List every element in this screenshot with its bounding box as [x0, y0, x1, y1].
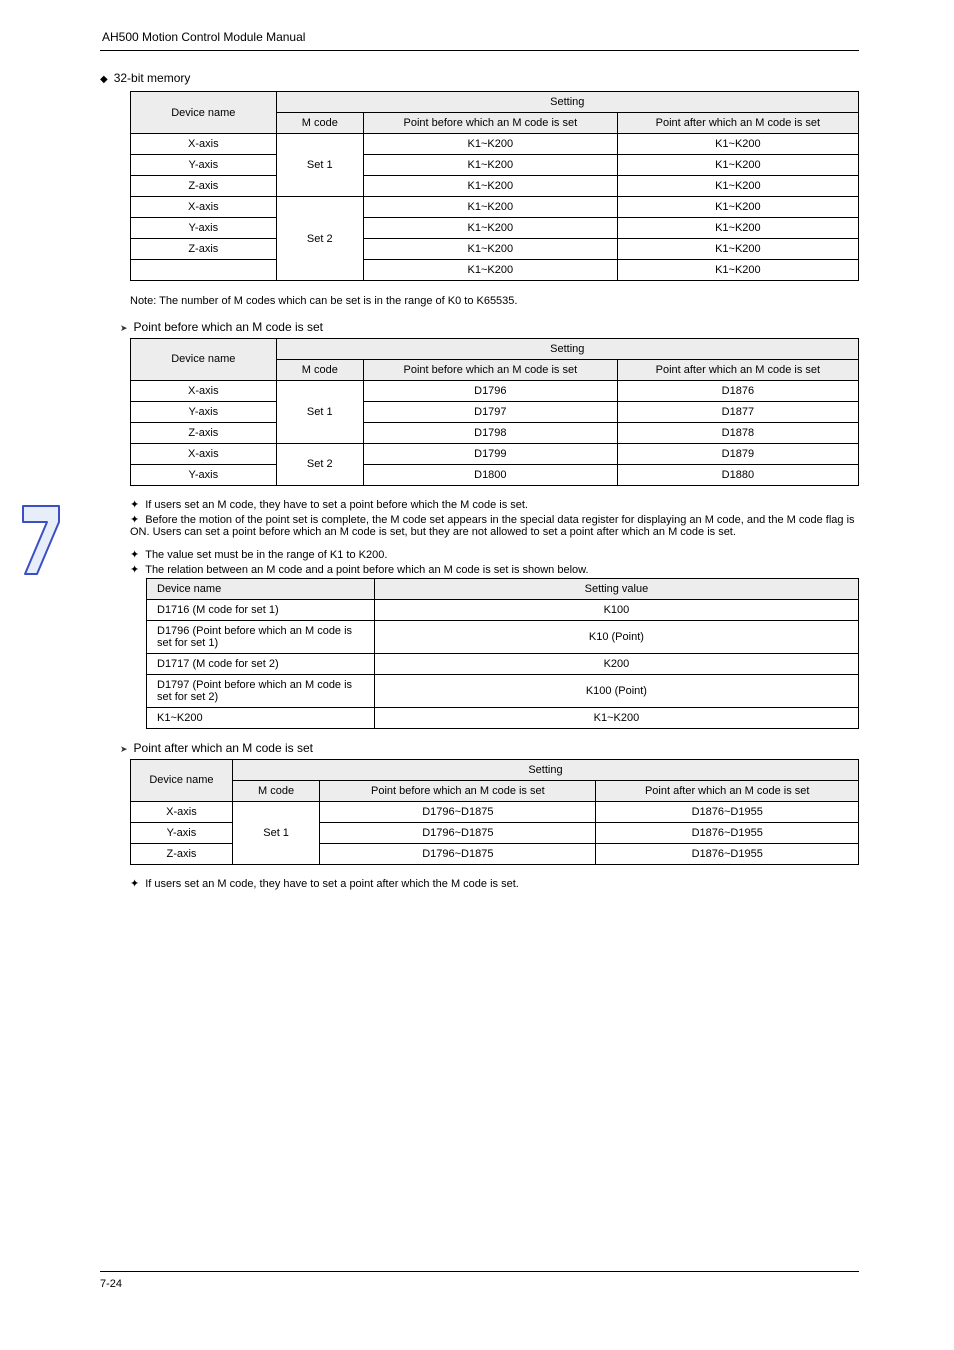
- th-mcode: M code: [232, 780, 319, 801]
- th-before: Point before which an M code is set: [320, 780, 596, 801]
- table-after-point: Device name Setting M code Point before …: [130, 759, 859, 865]
- note-item: The relation between an M code and a poi…: [130, 563, 859, 576]
- table-row: X-axis Set 1 D1796~D1875 D1876~D1955: [131, 801, 859, 822]
- table-row: Y-axis K1~K200 K1~K200: [131, 155, 859, 176]
- table-row: D1716 (M code for set 1)K100: [147, 599, 859, 620]
- th-device-name: Device name: [131, 92, 277, 134]
- page-number: 7-24: [100, 1278, 122, 1290]
- th-mcode: M code: [276, 359, 363, 380]
- th-after: Point after which an M code is set: [596, 780, 859, 801]
- note-item: The value set must be in the range of K1…: [130, 548, 859, 561]
- subsection-after: Point after which an M code is set: [120, 741, 859, 755]
- header-left: AH500 Motion Control Module Manual: [102, 30, 305, 44]
- note-item: If users set an M code, they have to set…: [130, 877, 859, 890]
- th-after: Point after which an M code is set: [617, 359, 858, 380]
- th-device-name: Device name: [147, 578, 375, 599]
- th-device-name: Device name: [131, 338, 277, 380]
- th-setting: Setting: [276, 338, 858, 359]
- th-device-name: Device name: [131, 759, 233, 801]
- subsection-before: Point before which an M code is set: [120, 320, 859, 334]
- table-row: K1~K200K1~K200: [147, 707, 859, 728]
- table-32bit-memory: Device name Setting M code Point before …: [130, 91, 859, 281]
- table-row: X-axis Set 1 K1~K200 K1~K200: [131, 134, 859, 155]
- table-row: D1797 (Point before which an M code is s…: [147, 674, 859, 707]
- th-mcode: M code: [276, 113, 363, 134]
- table-row: Y-axis D1797 D1877: [131, 401, 859, 422]
- table-row: Z-axis D1798 D1878: [131, 422, 859, 443]
- chapter-number-badge: [19, 500, 63, 583]
- th-before: Point before which an M code is set: [363, 113, 617, 134]
- section-32bit-memory: 32-bit memory: [100, 71, 859, 85]
- table-row: Y-axis K1~K200 K1~K200: [131, 218, 859, 239]
- th-setting: Setting: [276, 92, 858, 113]
- table-row: X-axis Set 2 D1799 D1879: [131, 443, 859, 464]
- table-row: Y-axis D1800 D1880: [131, 464, 859, 485]
- table-before-point: Device name Setting M code Point before …: [130, 338, 859, 486]
- table-row: Z-axis K1~K200 K1~K200: [131, 176, 859, 197]
- table-row: Z-axis K1~K200 K1~K200: [131, 239, 859, 260]
- table-row: X-axis Set 1 D1796 D1876: [131, 380, 859, 401]
- table-relation: Device name Setting value D1716 (M code …: [146, 578, 859, 729]
- note-item: If users set an M code, they have to set…: [130, 498, 859, 511]
- table-row: D1717 (M code for set 2)K200: [147, 653, 859, 674]
- th-before: Point before which an M code is set: [363, 359, 617, 380]
- th-setting-value: Setting value: [374, 578, 858, 599]
- table-row: D1796 (Point before which an M code is s…: [147, 620, 859, 653]
- table-row: X-axis Set 2 K1~K200 K1~K200: [131, 197, 859, 218]
- note-item: Before the motion of the point set is co…: [130, 513, 859, 538]
- note-range: Note: The number of M codes which can be…: [130, 293, 859, 310]
- th-after: Point after which an M code is set: [617, 113, 858, 134]
- table-row: K1~K200 K1~K200: [131, 260, 859, 281]
- th-setting: Setting: [232, 759, 858, 780]
